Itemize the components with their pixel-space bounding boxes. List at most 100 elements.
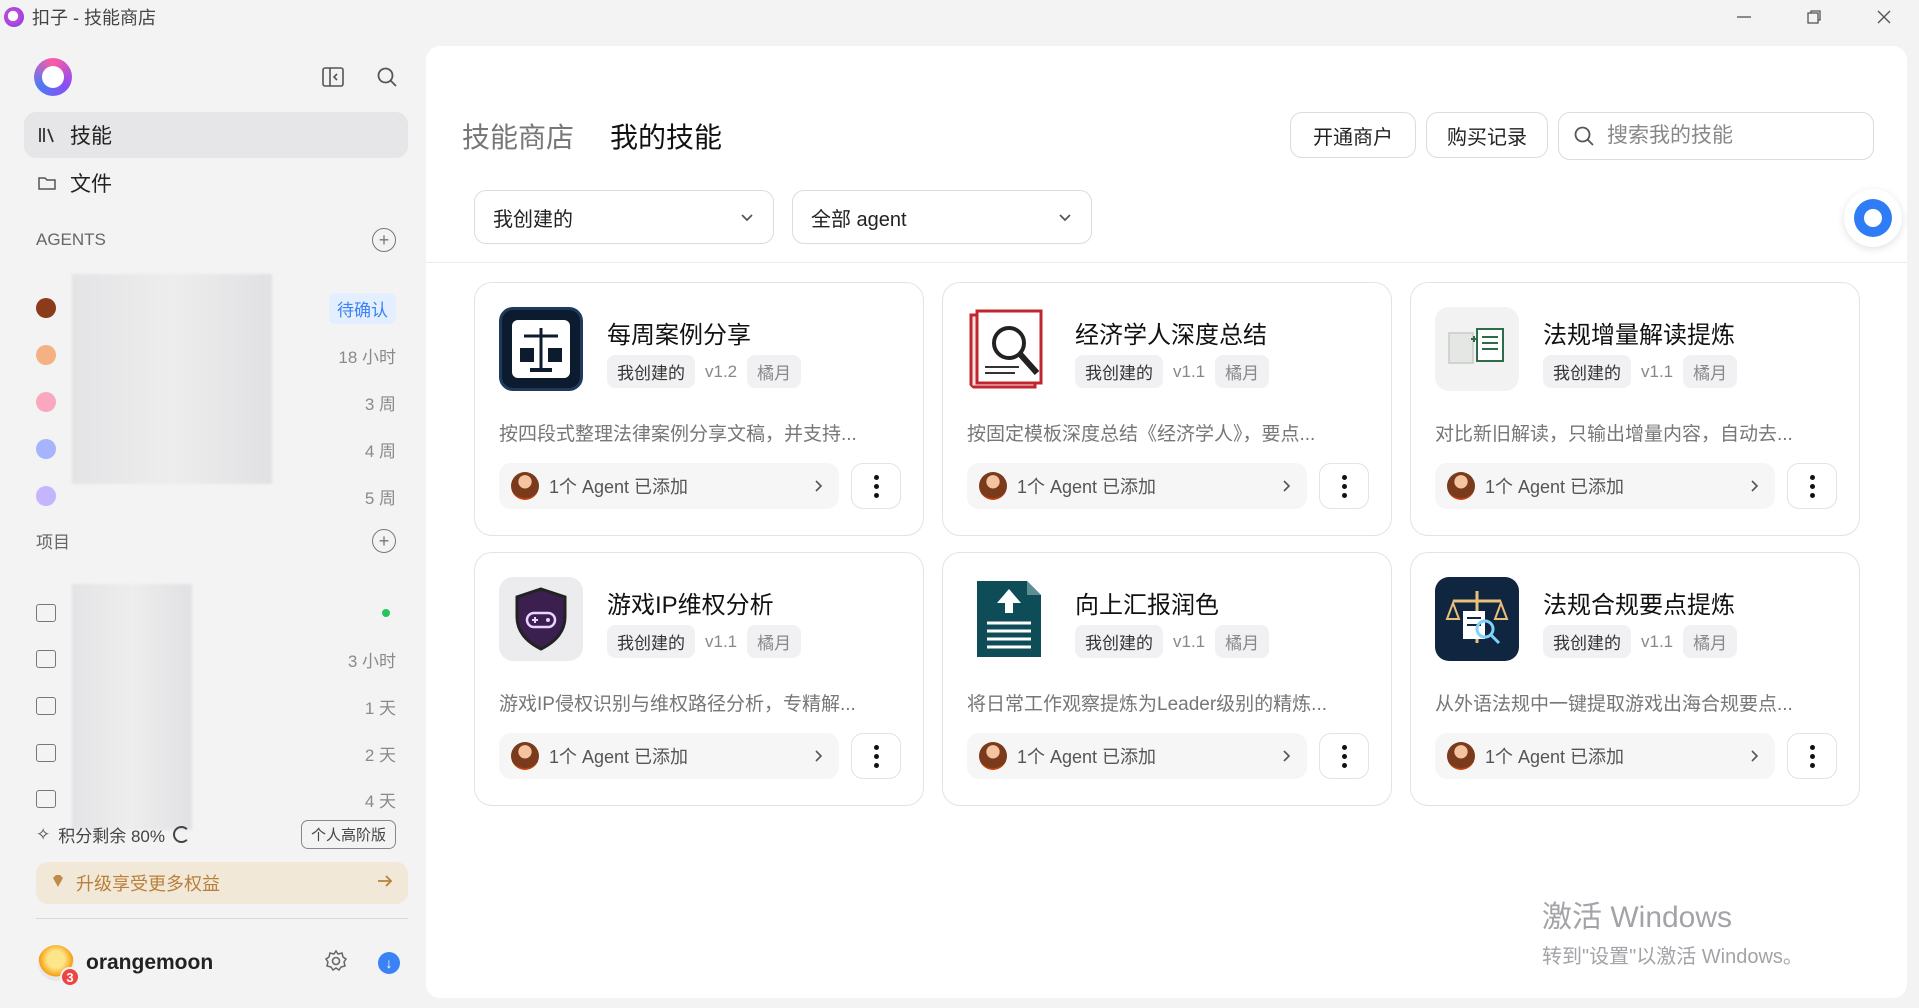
nav-item-skills[interactable]: 技能 (24, 112, 408, 158)
more-options-button[interactable] (1787, 733, 1837, 779)
document-compare-icon (1435, 307, 1519, 391)
projects-section-header: 项目 + (36, 528, 396, 553)
skill-search-box[interactable] (1558, 112, 1874, 160)
restore-button[interactable] (1779, 0, 1849, 34)
arrow-right-icon (376, 872, 394, 895)
credits-row: ✧ 积分剩余 80% 个人高阶版 (36, 820, 396, 849)
creator-filter-value: 我创建的 (493, 208, 573, 231)
plan-badge[interactable]: 个人高阶版 (300, 820, 396, 849)
agent-avatar (979, 742, 1007, 770)
skill-card[interactable]: 法规增量解读提炼 我创建的 v1.1 橘月 对比新旧解读，只输出增量内容，自动去… (1410, 282, 1860, 536)
agent-filter-value: 全部 agent (811, 208, 907, 231)
tab-my-skills[interactable]: 我的技能 (610, 116, 722, 156)
chevron-down-icon (741, 214, 753, 222)
minimize-button[interactable] (1709, 0, 1779, 34)
redacted-agent-names (72, 274, 272, 484)
download-icon: ↓ (385, 955, 393, 971)
agent-avatar (1447, 472, 1475, 500)
agent-avatar (36, 392, 56, 412)
agent-filter-dropdown[interactable]: 全部 agent (792, 190, 1092, 244)
redacted-project-names (72, 584, 192, 830)
skill-card[interactable]: 经济学人深度总结 我创建的 v1.1 橘月 按固定模板深度总结《经济学人》，要点… (942, 282, 1392, 536)
skill-card[interactable]: 游戏IP维权分析 我创建的 v1.1 橘月 游戏IP侵权识别与维权路径分析，专精… (474, 552, 924, 806)
more-options-button[interactable] (851, 733, 901, 779)
upgrade-banner[interactable]: 升级享受更多权益 (36, 862, 408, 904)
search-input[interactable] (1607, 124, 1847, 148)
agent-avatar (511, 472, 539, 500)
creator-tag: 我创建的 (1543, 625, 1631, 658)
author-tag: 橘月 (747, 625, 802, 658)
project-time: 4 天 (364, 791, 396, 811)
skill-description: 对比新旧解读，只输出增量内容，自动去... (1435, 424, 1793, 445)
skill-card[interactable]: 每周案例分享 我创建的 v1.2 橘月 按四段式整理法律案例分享文稿，并支持..… (474, 282, 924, 536)
creator-tag: 我创建的 (1543, 355, 1631, 388)
header-divider (426, 262, 1907, 263)
add-project-button[interactable]: + (372, 528, 396, 553)
agent-time: 4 周 (364, 441, 396, 461)
add-agent-button[interactable]: + (372, 228, 396, 252)
credits-progress-icon (173, 826, 190, 843)
plus-icon: + (378, 530, 390, 551)
more-options-button[interactable] (1787, 463, 1837, 509)
skill-name: 法规增量解读提炼 (1543, 322, 1735, 349)
agent-added-bar[interactable]: 1个 Agent 已添加 (1435, 733, 1775, 779)
library-icon (36, 124, 58, 146)
agents-heading: AGENTS (36, 230, 106, 249)
sparkle-icon: ✧ (36, 824, 51, 844)
user-row: 3 orangemoon ↓ (38, 938, 400, 988)
collapse-sidebar-button[interactable] (316, 60, 350, 94)
scales-icon (499, 307, 583, 391)
minimize-icon (1737, 16, 1751, 18)
agent-added-bar[interactable]: 1个 Agent 已添加 (1435, 463, 1775, 509)
agent-avatar (36, 439, 56, 459)
chevron-right-icon (1283, 750, 1291, 762)
sidebar: 技能 文件 AGENTS + 待确认 18 小时 3 周 4 周 5 周 项目 … (0, 34, 424, 1008)
author-tag: 橘月 (1683, 625, 1738, 658)
more-options-button[interactable] (1319, 463, 1369, 509)
agent-time: 3 周 (364, 394, 396, 414)
more-options-button[interactable] (1319, 733, 1369, 779)
upgrade-label: 升级享受更多权益 (76, 874, 220, 894)
author-tag: 橘月 (1215, 625, 1270, 658)
open-merchant-button[interactable]: 开通商户 (1290, 112, 1416, 158)
agent-count-label: 1个 Agent 已添加 (1485, 747, 1625, 767)
skill-card[interactable]: 向上汇报润色 我创建的 v1.1 橘月 将日常工作观察提炼为Leader级别的精… (942, 552, 1392, 806)
chat-icon (36, 697, 56, 715)
skill-name: 游戏IP维权分析 (607, 592, 774, 619)
creator-filter-dropdown[interactable]: 我创建的 (474, 190, 774, 244)
skill-name: 每周案例分享 (607, 322, 751, 349)
skill-card[interactable]: 法规合规要点提炼 我创建的 v1.1 橘月 从外语法规中一键提取游戏出海合规要点… (1410, 552, 1860, 806)
settings-button[interactable] (324, 949, 348, 978)
download-button[interactable]: ↓ (378, 952, 400, 974)
projects-heading: 项目 (36, 533, 70, 552)
more-vertical-icon (1809, 744, 1815, 768)
author-tag: 橘月 (1683, 355, 1738, 388)
assistant-float-button[interactable] (1844, 189, 1902, 247)
pending-badge: 待确认 (329, 292, 396, 324)
more-options-button[interactable] (851, 463, 901, 509)
chevron-right-icon (1751, 750, 1759, 762)
agent-added-bar[interactable]: 1个 Agent 已添加 (499, 733, 839, 779)
more-vertical-icon (873, 744, 879, 768)
tab-skill-store[interactable]: 技能商店 (462, 116, 574, 156)
version-label: v1.1 (705, 631, 738, 651)
brand-logo-icon[interactable] (34, 58, 72, 96)
restore-icon (1807, 10, 1821, 24)
watermark-title: 激活 Windows (1542, 901, 1733, 934)
chat-icon (36, 790, 56, 808)
nav-item-files[interactable]: 文件 (24, 160, 408, 206)
watermark-subtitle: 转到"设置"以激活 Windows。 (1542, 946, 1803, 968)
agents-section-header: AGENTS + (36, 228, 396, 252)
sidebar-search-button[interactable] (370, 60, 404, 94)
app-logo-icon (4, 7, 24, 27)
window-title: 扣子 - 技能商店 (32, 8, 156, 28)
creator-tag: 我创建的 (1075, 625, 1163, 658)
skill-name: 经济学人深度总结 (1075, 322, 1267, 349)
close-button[interactable] (1849, 0, 1919, 34)
agent-added-bar[interactable]: 1个 Agent 已添加 (967, 463, 1307, 509)
agent-added-bar[interactable]: 1个 Agent 已添加 (967, 733, 1307, 779)
search-icon (1574, 126, 1594, 146)
avatar[interactable]: 3 (38, 945, 80, 987)
agent-added-bar[interactable]: 1个 Agent 已添加 (499, 463, 839, 509)
purchase-history-button[interactable]: 购买记录 (1426, 112, 1548, 158)
